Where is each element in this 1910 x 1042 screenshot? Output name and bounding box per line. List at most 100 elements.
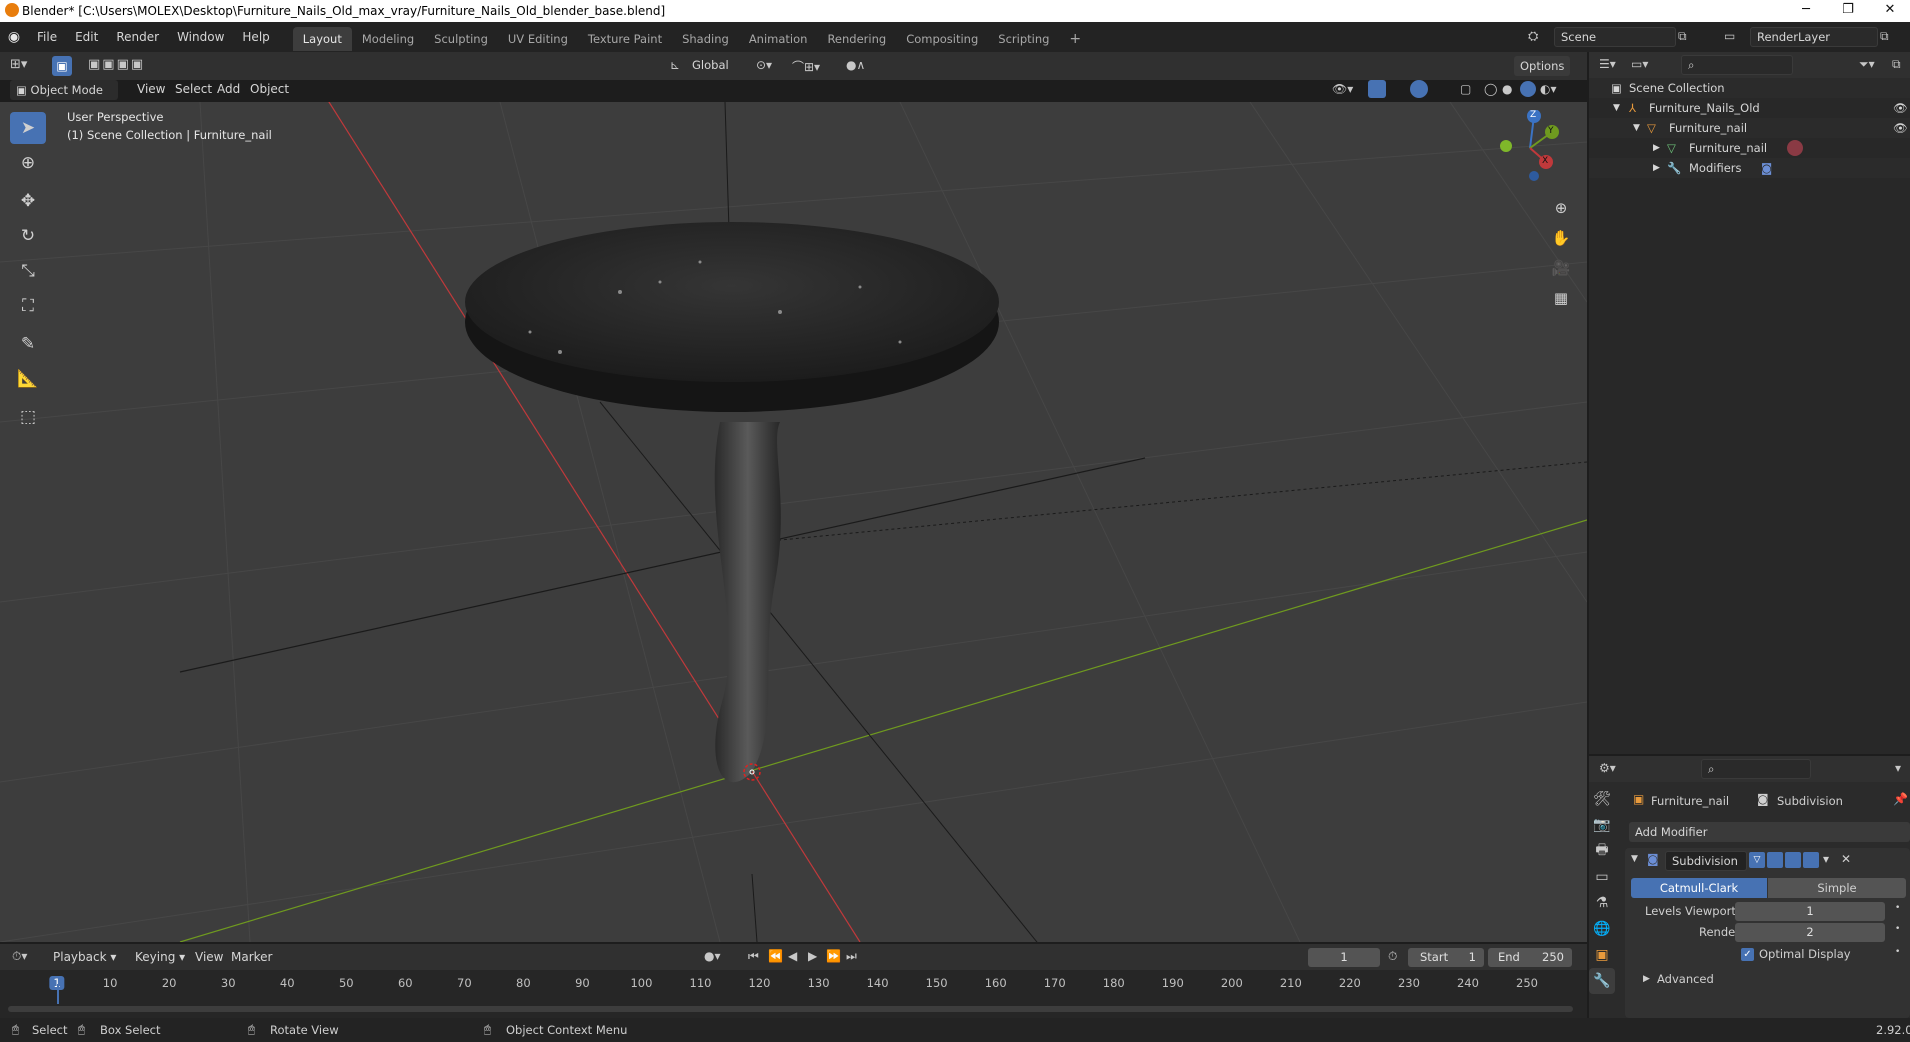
menu-edit[interactable]: Edit [66, 22, 107, 52]
eye-icon[interactable]: 👁 [1893, 98, 1908, 118]
xray-icon[interactable]: ▢ [1460, 82, 1471, 96]
end-frame-field[interactable]: End 250 [1488, 948, 1572, 967]
pin-icon[interactable]: 📌 [1893, 792, 1908, 806]
tab-texture-paint[interactable]: Texture Paint [578, 27, 672, 51]
shading-material-icon[interactable] [1520, 81, 1536, 97]
add-cube-tool-icon[interactable]: ⬚ [10, 401, 46, 433]
world-tab-icon[interactable]: 🌐 [1589, 916, 1615, 942]
timeline-scrollbar[interactable] [8, 1006, 1573, 1012]
tab-scripting[interactable]: Scripting [988, 27, 1059, 51]
record-icon[interactable]: ●▾ [704, 949, 721, 963]
select-box-tool-icon[interactable]: ➤ [10, 112, 46, 144]
tab-sculpting[interactable]: Sculpting [424, 27, 498, 51]
frame-ruler[interactable]: 1 10 20 30 40 50 60 70 80 90 100 110 120 130 140 150 160… [0, 970, 1587, 1018]
tab-animation[interactable]: Animation [739, 27, 818, 51]
gizmo-toggle-icon[interactable] [1368, 80, 1386, 98]
expand-arrow-icon[interactable]: ▼ [1613, 98, 1620, 118]
marker-menu[interactable]: Marker [222, 942, 281, 972]
keying-menu[interactable]: Keying ▾ [126, 942, 194, 972]
next-keyframe-icon[interactable]: ⏩ [826, 949, 841, 963]
jump-end-icon[interactable]: ⏭ [846, 949, 857, 964]
select-mode-icons[interactable]: ▣▣▣▣ [88, 57, 145, 72]
tab-rendering[interactable]: Rendering [817, 27, 896, 51]
add-workspace-button[interactable]: + [1059, 27, 1091, 51]
levels-viewport-anim-icon[interactable]: • [1895, 903, 1900, 913]
ortho-toggle-icon[interactable]: ▦ [1547, 284, 1575, 312]
menu-render[interactable]: Render [107, 22, 168, 52]
close-button[interactable]: ✕ [1870, 0, 1910, 22]
viewport-toggle-icon[interactable] [1785, 852, 1801, 868]
menu-help[interactable]: Help [233, 22, 278, 52]
collapse-arrow-icon[interactable]: ▶ [1653, 138, 1660, 158]
add-modifier-dropdown[interactable]: Add Modifier [1629, 822, 1910, 842]
scale-tool-icon[interactable]: ⤡ [10, 255, 46, 287]
measure-tool-icon[interactable]: 📐 [10, 363, 46, 395]
minimize-button[interactable]: ─ [1786, 0, 1826, 22]
properties-options-icon[interactable]: ▾ [1895, 761, 1901, 775]
overlay-toggle-icon[interactable] [1410, 80, 1428, 98]
optimal-display-checkbox[interactable]: ✓ [1741, 948, 1754, 961]
render-layer-selector[interactable]: RenderLayer [1750, 27, 1878, 47]
timeline-editor-icon[interactable]: ⏱▾ [12, 949, 27, 964]
render-levels-field[interactable]: 2 [1735, 923, 1885, 942]
camera-view-icon[interactable]: 🎥 [1547, 254, 1575, 282]
play-icon[interactable]: ▶ [808, 949, 817, 963]
advanced-subpanel[interactable]: Advanced [1657, 972, 1714, 986]
eye-icon[interactable]: 👁 [1893, 118, 1908, 138]
proportional-edit-icon[interactable]: ●∧ [846, 58, 865, 72]
move-tool-icon[interactable]: ✥ [10, 185, 46, 217]
current-frame-field[interactable]: 1 [1308, 948, 1380, 967]
shading-rendered-icon[interactable]: ◐▾ [1540, 82, 1557, 96]
tab-compositing[interactable]: Compositing [896, 27, 988, 51]
shading-wireframe-icon[interactable]: ◯ [1484, 82, 1497, 96]
menu-file[interactable]: File [28, 22, 66, 52]
stopwatch-icon[interactable]: ⏱ [1388, 949, 1397, 964]
cursor-tool-icon[interactable]: ⊕ [10, 147, 46, 179]
outliner-row-scene-collection[interactable]: ▣ Scene Collection [1589, 78, 1910, 98]
tab-layout[interactable]: Layout [292, 26, 352, 51]
restore-button[interactable]: ❐ [1828, 0, 1868, 22]
navigation-gizmo[interactable]: Z Y X [1490, 109, 1570, 190]
menu-window[interactable]: Window [168, 22, 233, 52]
filter-icon[interactable]: ⏷▾ [1859, 57, 1875, 72]
editor-type-icon[interactable]: ⊞▾ [10, 57, 27, 72]
modifier-name-input[interactable]: Subdivision [1665, 851, 1747, 871]
tab-uv-editing[interactable]: UV Editing [498, 27, 578, 51]
collapse-arrow-icon[interactable]: ▶ [1653, 158, 1660, 178]
expand-arrow-icon[interactable]: ▼ [1633, 118, 1640, 138]
zoom-icon[interactable]: ⊕ [1547, 194, 1575, 222]
modifier-tab-icon[interactable]: 🔧 [1589, 968, 1615, 994]
tab-modeling[interactable]: Modeling [352, 27, 424, 51]
options-dropdown[interactable]: Options [1514, 56, 1571, 76]
outliner-row-mesh-data[interactable]: ▶ ▽ Furniture_nail [1589, 138, 1910, 158]
playback-menu[interactable]: Playback ▾ [44, 942, 125, 972]
render-toggle-icon[interactable] [1803, 852, 1819, 868]
output-tab-icon[interactable]: 🖶 [1589, 838, 1615, 864]
display-mode-icon[interactable]: ▭▾ [1631, 57, 1648, 71]
simple-button[interactable]: Simple [1768, 878, 1906, 898]
rotate-tool-icon[interactable]: ↻ [10, 220, 46, 252]
properties-search-input[interactable]: ⌕ [1701, 759, 1811, 779]
new-scene-icon[interactable]: ⧉ [1678, 29, 1687, 44]
scene-selector[interactable]: Scene [1554, 27, 1676, 47]
catmull-clark-button[interactable]: Catmull-Clark [1631, 878, 1767, 898]
optimal-display-anim-icon[interactable]: • [1895, 947, 1900, 957]
outliner-row-furniture-nails-old[interactable]: ▼ ⅄ Furniture_Nails_Old 👁 [1589, 98, 1910, 118]
shading-solid-icon[interactable]: ● [1502, 82, 1512, 96]
new-collection-icon[interactable]: ⧉ [1892, 57, 1901, 72]
view-layer-tab-icon[interactable]: ▭ [1589, 864, 1615, 890]
transform-tool-icon[interactable]: ⛶ [10, 290, 46, 322]
annotate-tool-icon[interactable]: ✎ [10, 328, 46, 360]
outliner-editor-icon[interactable]: ☰▾ [1599, 57, 1616, 71]
remove-modifier-icon[interactable]: ✕ [1841, 852, 1851, 866]
blender-menu-icon[interactable]: ◉ [0, 29, 28, 45]
object-tab-icon[interactable]: ▣ [1589, 942, 1615, 968]
outliner-row-modifiers[interactable]: ▶ 🔧 Modifiers ◙ [1589, 158, 1910, 178]
snap-icon[interactable]: ⌒⊞▾ [792, 58, 820, 75]
scene-tab-icon[interactable]: ⚗ [1589, 890, 1615, 916]
transform-orientation-dropdown[interactable]: Global [686, 56, 744, 76]
start-frame-field[interactable]: Start 1 [1408, 948, 1484, 967]
pan-hand-icon[interactable]: ✋ [1547, 224, 1575, 252]
visibility-icon[interactable]: 👁▾ [1332, 82, 1353, 96]
new-render-layer-icon[interactable]: ⧉ [1880, 29, 1889, 44]
